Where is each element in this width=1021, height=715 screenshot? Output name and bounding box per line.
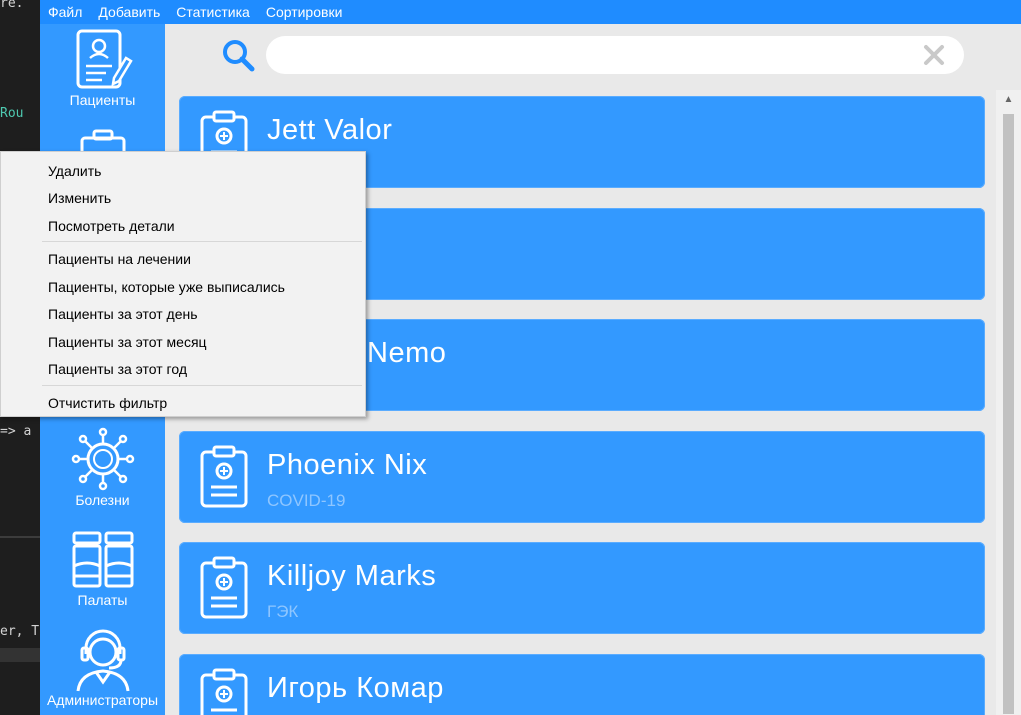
scroll-up-icon[interactable]: ▲ bbox=[996, 90, 1021, 110]
sidebar-item-label: Администраторы bbox=[46, 692, 159, 708]
clear-icon[interactable] bbox=[922, 43, 946, 67]
clipboard-medical-icon bbox=[200, 668, 248, 715]
search-bar bbox=[165, 24, 1021, 90]
sidebar-item-diseases[interactable]: Болезни bbox=[40, 426, 165, 508]
menu-item-delete[interactable]: Удалить bbox=[48, 162, 101, 180]
patient-name: Nemo bbox=[367, 337, 447, 369]
clipboard-medical-icon bbox=[200, 445, 248, 508]
menu-item-in-treatment[interactable]: Пациенты на лечении bbox=[48, 250, 191, 268]
clipboard-medical-icon bbox=[199, 556, 249, 625]
search-icon[interactable] bbox=[221, 38, 255, 72]
menu-item-discharged[interactable]: Пациенты, которые уже выписались bbox=[48, 278, 285, 296]
menu-item-edit[interactable]: Изменить bbox=[48, 189, 111, 207]
headset-operator-icon bbox=[76, 629, 129, 692]
sidebar-item-label: Палаты bbox=[77, 592, 128, 608]
menu-item-view-details[interactable]: Посмотреть детали bbox=[48, 217, 175, 235]
menu-file[interactable]: Файл bbox=[40, 0, 90, 24]
menu-divider bbox=[42, 385, 362, 386]
list-scrollbar[interactable]: ▲ bbox=[996, 90, 1021, 715]
beds-icon bbox=[72, 531, 133, 588]
patient-card-icon bbox=[76, 29, 133, 89]
sidebar-item-patients[interactable]: Пациенты bbox=[40, 28, 165, 108]
sidebar-item-administrators[interactable]: Администраторы bbox=[40, 628, 165, 708]
patient-card[interactable]: Phoenix Nix COVID-19 bbox=[179, 431, 985, 523]
menu-add[interactable]: Добавить bbox=[90, 0, 168, 24]
clipboard-medical-icon bbox=[199, 668, 249, 715]
search-input[interactable] bbox=[266, 36, 964, 74]
editor-line: re. bbox=[0, 0, 24, 11]
menu-divider bbox=[42, 241, 362, 242]
menu-item-today[interactable]: Пациенты за этот день bbox=[48, 305, 198, 323]
menu-item-this-year[interactable]: Пациенты за этот год bbox=[48, 360, 187, 378]
patient-name: Killjoy Marks bbox=[267, 560, 437, 592]
editor-line: => a bbox=[0, 424, 32, 439]
clipboard-medical-icon bbox=[200, 556, 248, 619]
patient-name: Phoenix Nix bbox=[267, 449, 428, 481]
menu-sorting[interactable]: Сортировки bbox=[258, 0, 351, 24]
patient-name: Игорь Комар bbox=[267, 672, 444, 704]
menu-bar: Файл Добавить Статистика Сортировки bbox=[40, 0, 1021, 24]
menu-statistics[interactable]: Статистика bbox=[168, 0, 258, 24]
patient-card[interactable]: Игорь Комар bbox=[179, 654, 985, 715]
sidebar-item-label: Пациенты bbox=[69, 92, 136, 108]
patient-disease: ГЭК bbox=[267, 602, 299, 621]
menu-item-this-month[interactable]: Пациенты за этот месяц bbox=[48, 333, 207, 351]
patient-name: Jett Valor bbox=[267, 114, 393, 146]
editor-line: er, T bbox=[0, 624, 40, 639]
editor-divider bbox=[0, 648, 40, 662]
menu-item-clear-filter[interactable]: Отчистить фильтр bbox=[48, 394, 167, 412]
virus-icon bbox=[71, 427, 134, 491]
context-menu: Удалить Изменить Посмотреть детали Пацие… bbox=[0, 151, 366, 417]
sidebar-item-wards[interactable]: Палаты bbox=[40, 530, 165, 608]
patient-card[interactable]: Killjoy Marks ГЭК bbox=[179, 542, 985, 634]
sidebar-item-label: Болезни bbox=[75, 492, 130, 508]
clipboard-medical-icon bbox=[199, 445, 249, 514]
scroll-thumb[interactable] bbox=[1003, 114, 1014, 714]
editor-divider bbox=[0, 536, 40, 538]
editor-line: Rou bbox=[0, 106, 24, 121]
patient-disease: COVID-19 bbox=[267, 491, 346, 510]
